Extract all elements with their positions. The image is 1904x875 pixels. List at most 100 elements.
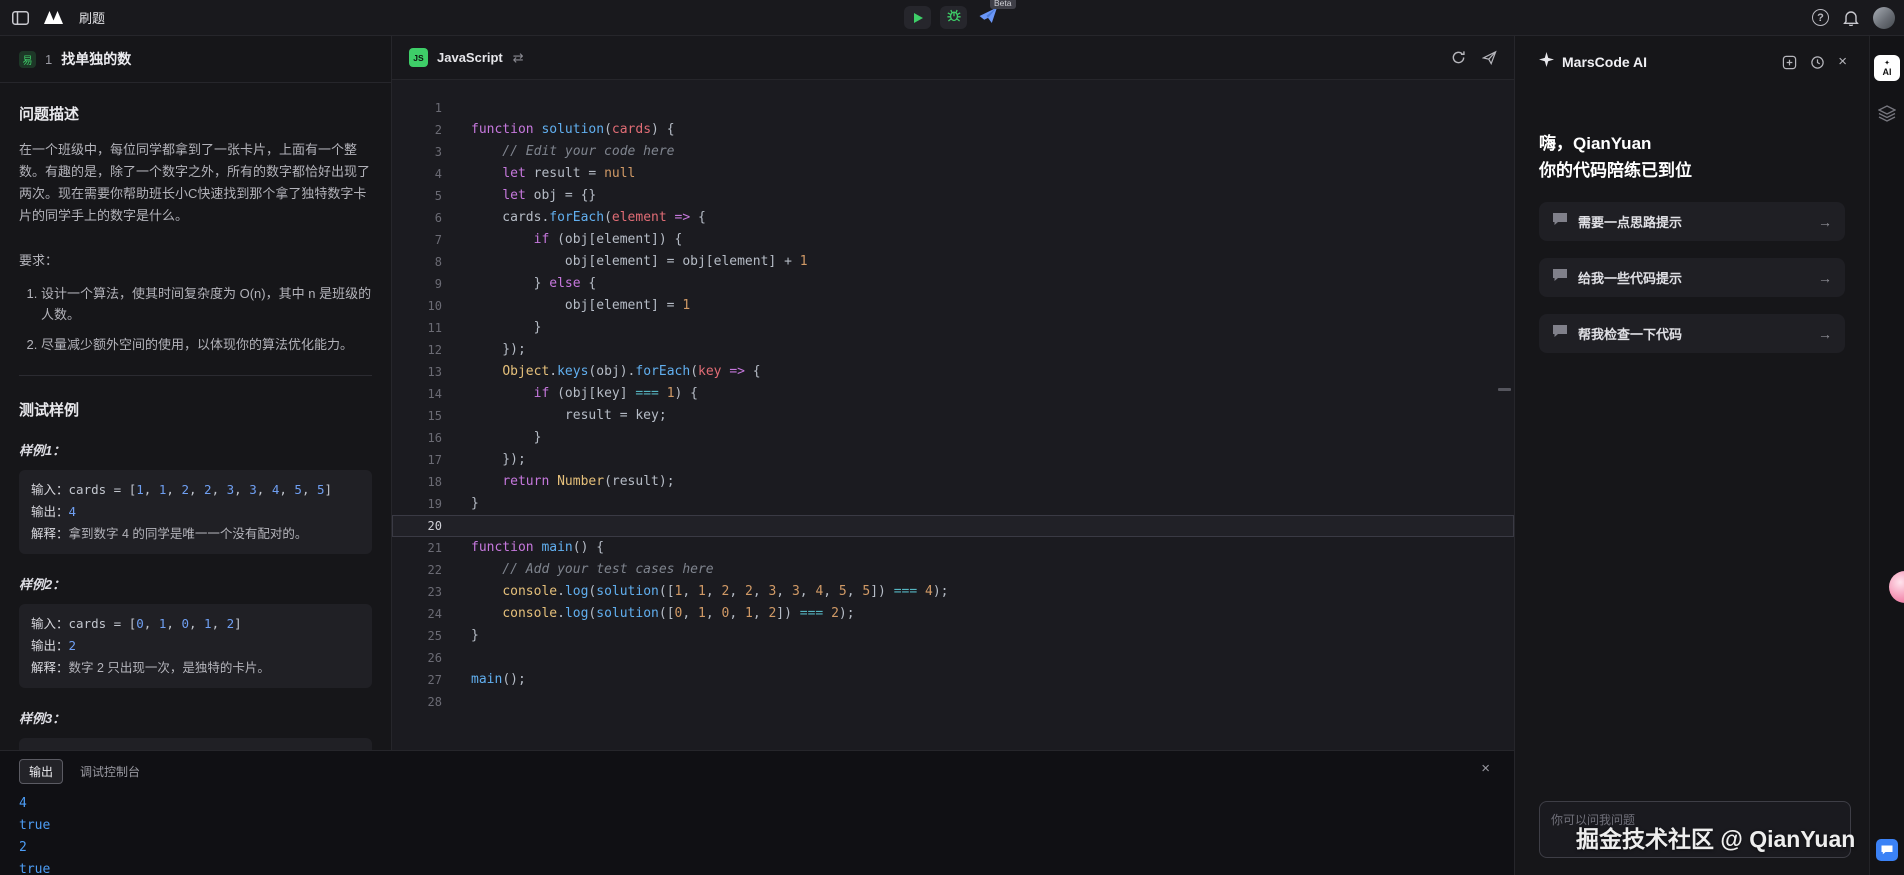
problem-description: 在一个班级中，每位同学都拿到了一张卡片，上面有一个整数。有趣的是，除了一个数字之… xyxy=(19,139,372,227)
console-tabs: 输出 调试控制台 xyxy=(0,751,1514,784)
sample-block-partial xyxy=(19,738,372,750)
paper-plane-icon xyxy=(979,7,998,29)
code-line[interactable]: 2function solution(cards) { xyxy=(392,119,1514,141)
code-line[interactable]: 20 xyxy=(392,515,1514,537)
help-icon[interactable]: ? xyxy=(1812,9,1829,26)
samples-heading: 测试样例 xyxy=(19,399,372,420)
code-line[interactable]: 24 console.log(solution([0, 1, 0, 1, 2])… xyxy=(392,603,1514,625)
code-line[interactable]: 14 if (obj[key] === 1) { xyxy=(392,383,1514,405)
code-line[interactable]: 3 // Edit your code here xyxy=(392,141,1514,163)
run-button[interactable] xyxy=(904,6,931,29)
line-number: 15 xyxy=(392,405,442,427)
line-number: 27 xyxy=(392,669,442,691)
line-number: 1 xyxy=(392,97,442,119)
code-text: obj[element] = obj[element] + 1 xyxy=(442,251,808,273)
code-line[interactable]: 19} xyxy=(392,493,1514,515)
language-selector[interactable]: JavaScript xyxy=(437,50,503,65)
code-line[interactable]: 10 obj[element] = 1 xyxy=(392,295,1514,317)
sample-block: 输入：cards = [0, 1, 0, 1, 2] 输出：2 解释：数字 2 … xyxy=(19,604,372,688)
problem-index: 1 xyxy=(45,52,52,67)
code-text xyxy=(442,647,471,669)
switch-language-icon[interactable]: ⇄ xyxy=(513,50,524,66)
section-divider xyxy=(19,375,372,376)
debug-button[interactable] xyxy=(940,6,967,29)
suggestion-hint-button[interactable]: 需要一点思路提示 → xyxy=(1539,202,1845,241)
code-text: }); xyxy=(442,449,526,471)
line-number: 23 xyxy=(392,581,442,603)
code-lines: 12function solution(cards) {3 // Edit yo… xyxy=(392,97,1514,713)
code-text: result = key; xyxy=(442,405,667,427)
code-line[interactable]: 23 console.log(solution([1, 1, 2, 2, 3, … xyxy=(392,581,1514,603)
tab-output[interactable]: 输出 xyxy=(19,759,63,784)
code-text xyxy=(442,691,471,713)
console-output: 4true2true xyxy=(0,784,1514,875)
code-line[interactable]: 9 } else { xyxy=(392,273,1514,295)
code-text: function main() { xyxy=(442,537,604,559)
suggestion-label: 帮我检查一下代码 xyxy=(1578,324,1682,343)
explanation-text: 数字 2 只出现一次，是独特的卡片。 xyxy=(69,657,270,679)
user-avatar[interactable] xyxy=(1873,7,1895,29)
line-number: 24 xyxy=(392,603,442,625)
suggestion-code-hint-button[interactable]: 给我一些代码提示 → xyxy=(1539,258,1845,297)
sidebar-toggle-icon[interactable] xyxy=(12,11,29,25)
code-line[interactable]: 13 Object.keys(obj).forEach(key => { xyxy=(392,361,1514,383)
line-number: 11 xyxy=(392,317,442,339)
notification-bell-icon[interactable] xyxy=(1843,9,1859,26)
difficulty-badge: 易 xyxy=(19,51,36,68)
output-label: 输出： xyxy=(31,635,69,657)
sample-block: 输入：cards = [1, 1, 2, 2, 3, 3, 4, 5, 5] 输… xyxy=(19,470,372,554)
sample-label: 样例2： xyxy=(19,574,372,593)
code-line[interactable]: 26 xyxy=(392,647,1514,669)
code-line[interactable]: 25} xyxy=(392,625,1514,647)
code-line[interactable]: 1 xyxy=(392,97,1514,119)
format-code-icon[interactable] xyxy=(1482,50,1497,65)
activity-float-button[interactable] xyxy=(1889,571,1904,603)
ai-panel-title: MarsCode AI xyxy=(1562,54,1647,70)
play-icon xyxy=(914,13,923,23)
line-number: 9 xyxy=(392,273,442,295)
sparkle-icon xyxy=(1539,52,1554,72)
editor-tab-bar: JS JavaScript ⇄ xyxy=(392,36,1514,80)
code-line[interactable]: 27main(); xyxy=(392,669,1514,691)
submit-button[interactable]: Beta xyxy=(976,6,1000,29)
line-number: 20 xyxy=(392,515,442,537)
history-icon[interactable] xyxy=(1810,55,1825,70)
new-chat-icon[interactable] xyxy=(1782,55,1797,70)
code-line[interactable]: 7 if (obj[element]) { xyxy=(392,229,1514,251)
code-line[interactable]: 11 } xyxy=(392,317,1514,339)
nav-practice-label[interactable]: 刷题 xyxy=(79,8,105,27)
code-line[interactable]: 18 return Number(result); xyxy=(392,471,1514,493)
reset-code-icon[interactable] xyxy=(1451,50,1466,65)
console-line: true xyxy=(19,859,1514,875)
code-line[interactable]: 28 xyxy=(392,691,1514,713)
code-line[interactable]: 12 }); xyxy=(392,339,1514,361)
code-line[interactable]: 16 } xyxy=(392,427,1514,449)
feedback-icon[interactable] xyxy=(1876,839,1898,861)
code-line[interactable]: 4 let result = null xyxy=(392,163,1514,185)
console-close-icon[interactable]: × xyxy=(1481,761,1490,776)
ai-chat-input[interactable] xyxy=(1539,801,1851,858)
code-area[interactable]: 12function solution(cards) {3 // Edit yo… xyxy=(392,80,1514,750)
code-line[interactable]: 5 let obj = {} xyxy=(392,185,1514,207)
code-text: console.log(solution([0, 1, 0, 1, 2]) ==… xyxy=(442,603,855,625)
code-line[interactable]: 6 cards.forEach(element => { xyxy=(392,207,1514,229)
problem-title: 找单独的数 xyxy=(61,49,131,69)
code-line[interactable]: 17 }); xyxy=(392,449,1514,471)
layers-icon[interactable] xyxy=(1878,105,1896,127)
marscode-logo-icon[interactable] xyxy=(42,10,66,25)
ai-assistant-badge[interactable]: ✦ AI xyxy=(1874,55,1900,81)
code-line[interactable]: 15 result = key; xyxy=(392,405,1514,427)
suggestion-review-button[interactable]: 帮我检查一下代码 → xyxy=(1539,314,1845,353)
code-text: }); xyxy=(442,339,526,361)
scrollbar-marker[interactable] xyxy=(1498,388,1511,391)
ai-panel-close-icon[interactable]: × xyxy=(1838,55,1847,69)
console-line: 4 xyxy=(19,793,1514,815)
code-line[interactable]: 8 obj[element] = obj[element] + 1 xyxy=(392,251,1514,273)
greeting-line1: 嗨，QianYuan xyxy=(1539,130,1845,157)
code-editor: JS JavaScript ⇄ 12function solution(card… xyxy=(392,36,1514,750)
greeting-line2: 你的代码陪练已到位 xyxy=(1539,157,1845,184)
chat-bubble-icon xyxy=(1552,212,1568,231)
code-line[interactable]: 22 // Add your test cases here xyxy=(392,559,1514,581)
code-line[interactable]: 21function main() { xyxy=(392,537,1514,559)
tab-debug-console[interactable]: 调试控制台 xyxy=(80,763,140,780)
